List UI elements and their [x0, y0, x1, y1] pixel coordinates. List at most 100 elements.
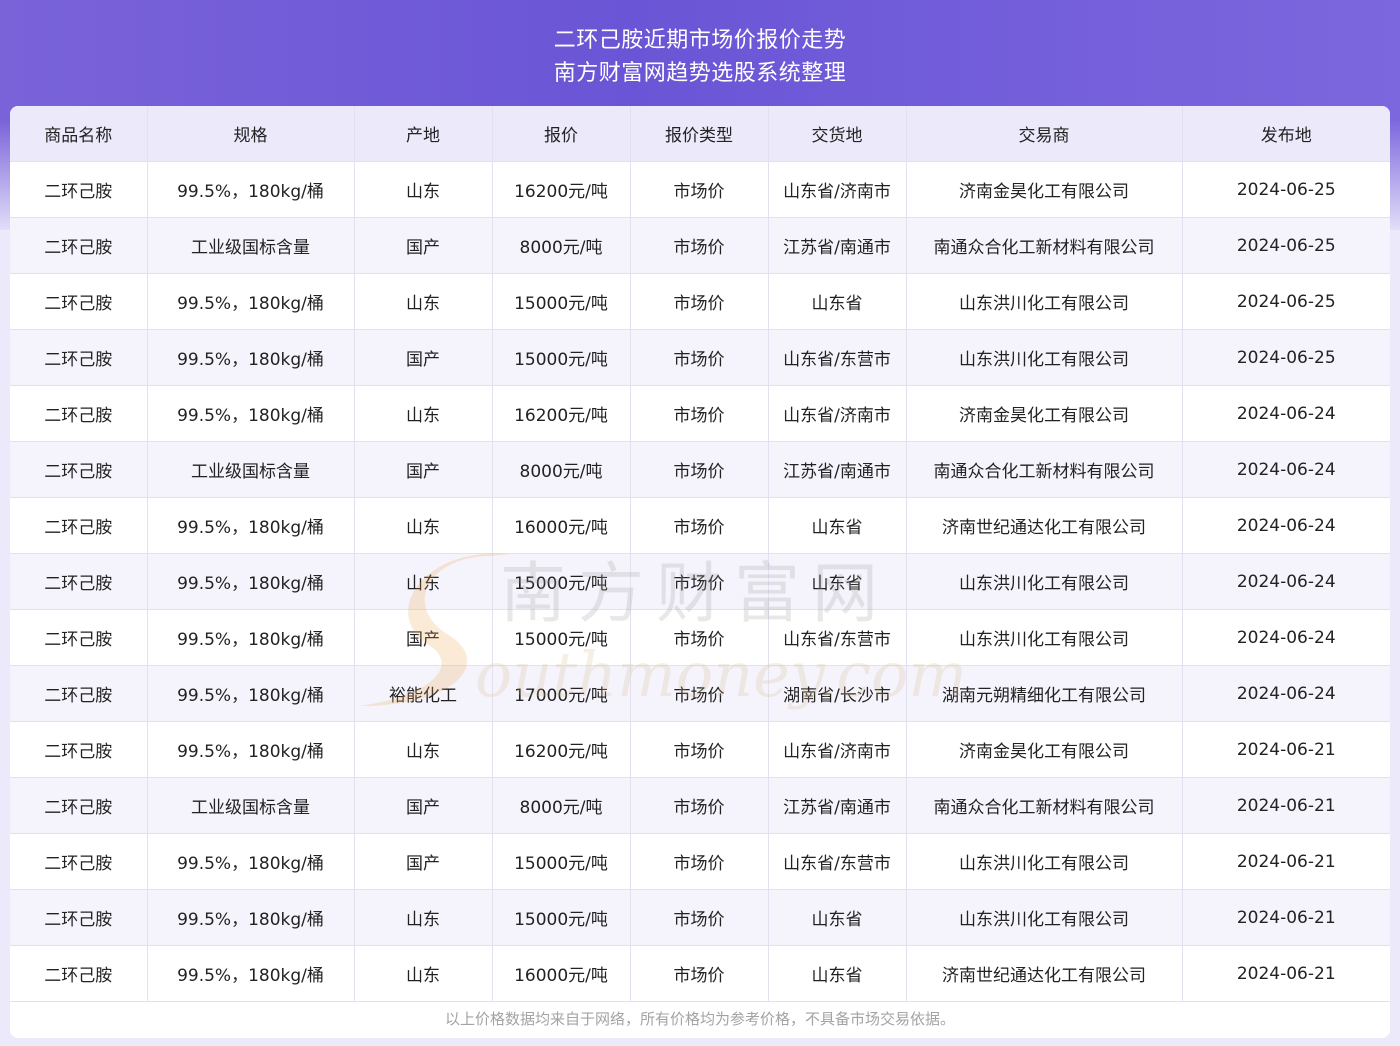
page-title: 二环己胺近期市场价报价走势: [553, 28, 847, 53]
trader-cell: 山东洪川化工有限公司: [906, 553, 1183, 610]
price-type-cell: 市场价: [630, 609, 769, 666]
date-cell: 2024-06-24: [1182, 609, 1390, 666]
product-name-cell: 二环己胺: [10, 441, 148, 498]
table-row: 二环己胺 99.5%，180kg/桶 国产 15000元/吨 市场价 山东省/东营市 山东洪…: [10, 609, 1390, 666]
spec-cell: 99.5%，180kg/桶: [147, 161, 355, 218]
product-name-cell: 二环己胺: [10, 945, 148, 1002]
price-type-cell: 市场价: [630, 889, 769, 946]
disclaimer-note: 以上价格数据均来自于网络，所有价格均为参考价格，不具备市场交易依据。: [444, 1010, 955, 1028]
spec-cell: 99.5%，180kg/桶: [147, 329, 355, 386]
origin-cell: 国产: [354, 441, 493, 498]
column-header: 商品名称: [10, 106, 148, 162]
date-cell: 2024-06-25: [1182, 273, 1390, 330]
price-type-cell: 市场价: [630, 497, 769, 554]
table-row: 二环己胺 99.5%，180kg/桶 国产 15000元/吨 市场价 山东省/东营市 山东洪…: [10, 833, 1390, 890]
table-row: 二环己胺 99.5%，180kg/桶 山东 16200元/吨 市场价 山东省/济南市 济南金…: [10, 161, 1390, 218]
delivery-cell: 山东省: [768, 553, 907, 610]
table-row: 二环己胺 99.5%，180kg/桶 裕能化工 17000元/吨 市场价 湖南省/长沙市湖…: [10, 665, 1390, 722]
origin-cell: 山东: [354, 553, 493, 610]
date-cell: 2024-06-24: [1182, 553, 1390, 610]
price-cell: 15000元/吨: [492, 553, 631, 610]
product-name-cell: 二环己胺: [10, 217, 148, 274]
table-body: 二环己胺 99.5%，180kg/桶 山东 16200元/吨 市场价 山东省/济南市 济南金…: [10, 161, 1390, 1002]
spec-cell: 99.5%，180kg/桶: [147, 889, 355, 946]
table-row: 二环己胺 工业级国标含量 国产 8000元/吨 市场价 江苏省/南通市 南通众合化工新材料有…: [10, 217, 1390, 274]
product-name-cell: 二环己胺: [10, 329, 148, 386]
origin-cell: 裕能化工: [354, 665, 493, 722]
trader-cell: 山东洪川化工有限公司: [906, 889, 1183, 946]
delivery-cell: 山东省: [768, 497, 907, 554]
delivery-cell: 山东省/济南市: [768, 161, 907, 218]
origin-cell: 山东: [354, 945, 493, 1002]
column-header: 交易商: [906, 106, 1183, 162]
price-type-cell: 市场价: [630, 553, 769, 610]
origin-cell: 国产: [354, 833, 493, 890]
trader-cell: 济南金昊化工有限公司: [906, 721, 1183, 778]
origin-cell: 山东: [354, 497, 493, 554]
price-type-cell: 市场价: [630, 665, 769, 722]
product-name-cell: 二环己胺: [10, 777, 148, 834]
spec-cell: 99.5%，180kg/桶: [147, 273, 355, 330]
table-row: 二环己胺 99.5%，180kg/桶 国产 15000元/吨 市场价 山东省/东营市 山东洪…: [10, 329, 1390, 386]
price-cell: 16200元/吨: [492, 721, 631, 778]
price-cell: 16000元/吨: [492, 497, 631, 554]
price-type-cell: 市场价: [630, 217, 769, 274]
spec-cell: 99.5%，180kg/桶: [147, 497, 355, 554]
table-row: 二环己胺 99.5%，180kg/桶 山东 16000元/吨 市场价 山东省 济南世纪通达化…: [10, 945, 1390, 1002]
trader-cell: 山东洪川化工有限公司: [906, 329, 1183, 386]
product-name-cell: 二环己胺: [10, 833, 148, 890]
price-cell: 16000元/吨: [492, 945, 631, 1002]
trader-cell: 山东洪川化工有限公司: [906, 833, 1183, 890]
date-cell: 2024-06-24: [1182, 497, 1390, 554]
price-type-cell: 市场价: [630, 721, 769, 778]
product-name-cell: 二环己胺: [10, 665, 148, 722]
delivery-cell: 山东省: [768, 889, 907, 946]
trader-cell: 南通众合化工新材料有限公司: [906, 777, 1183, 834]
price-table: 商品名称 规格 产地 报价 报价类型 交货地 交易商 发布地 二环己胺 99.5%，180kg/…: [10, 106, 1390, 1002]
price-type-cell: 市场价: [630, 329, 769, 386]
table-row: 二环己胺 工业级国标含量 国产 8000元/吨 市场价 江苏省/南通市 南通众合化工新材料有…: [10, 777, 1390, 834]
column-header: 发布地: [1182, 106, 1390, 162]
origin-cell: 山东: [354, 385, 493, 442]
price-cell: 8000元/吨: [492, 777, 631, 834]
date-cell: 2024-06-21: [1182, 721, 1390, 778]
delivery-cell: 江苏省/南通市: [768, 217, 907, 274]
price-cell: 15000元/吨: [492, 273, 631, 330]
origin-cell: 山东: [354, 273, 493, 330]
spec-cell: 99.5%，180kg/桶: [147, 665, 355, 722]
column-header: 报价类型: [630, 106, 769, 162]
price-cell: 15000元/吨: [492, 833, 631, 890]
price-type-cell: 市场价: [630, 945, 769, 1002]
delivery-cell: 山东省/东营市: [768, 833, 907, 890]
trader-cell: 湖南元朔精细化工有限公司: [906, 665, 1183, 722]
spec-cell: 99.5%，180kg/桶: [147, 721, 355, 778]
product-name-cell: 二环己胺: [10, 609, 148, 666]
date-cell: 2024-06-25: [1182, 217, 1390, 274]
trader-cell: 济南世纪通达化工有限公司: [906, 945, 1183, 1002]
price-table-card: 商品名称 规格 产地 报价 报价类型 交货地 交易商 发布地 二环己胺 99.5%，180kg/…: [10, 106, 1390, 1038]
date-cell: 2024-06-21: [1182, 945, 1390, 1002]
trader-cell: 济南世纪通达化工有限公司: [906, 497, 1183, 554]
origin-cell: 山东: [354, 721, 493, 778]
delivery-cell: 山东省: [768, 273, 907, 330]
spec-cell: 99.5%，180kg/桶: [147, 553, 355, 610]
date-cell: 2024-06-24: [1182, 385, 1390, 442]
trader-cell: 南通众合化工新材料有限公司: [906, 217, 1183, 274]
table-row: 二环己胺 99.5%，180kg/桶 山东 15000元/吨 市场价 山东省 山东洪川化工有…: [10, 273, 1390, 330]
date-cell: 2024-06-24: [1182, 665, 1390, 722]
date-cell: 2024-06-25: [1182, 329, 1390, 386]
price-type-cell: 市场价: [630, 777, 769, 834]
price-cell: 15000元/吨: [492, 609, 631, 666]
table-row: 二环己胺 工业级国标含量 国产 8000元/吨 市场价 江苏省/南通市 南通众合化工新材料有…: [10, 441, 1390, 498]
table-row: 二环己胺 99.5%，180kg/桶 山东 15000元/吨 市场价 山东省 山东洪川化工有…: [10, 889, 1390, 946]
spec-cell: 工业级国标含量: [147, 217, 355, 274]
product-name-cell: 二环己胺: [10, 161, 148, 218]
spec-cell: 工业级国标含量: [147, 777, 355, 834]
table-header-row: 商品名称 规格 产地 报价 报价类型 交货地 交易商 发布地: [10, 106, 1390, 162]
price-cell: 8000元/吨: [492, 441, 631, 498]
origin-cell: 国产: [354, 777, 493, 834]
delivery-cell: 山东省: [768, 945, 907, 1002]
spec-cell: 工业级国标含量: [147, 441, 355, 498]
price-cell: 16200元/吨: [492, 161, 631, 218]
date-cell: 2024-06-21: [1182, 889, 1390, 946]
